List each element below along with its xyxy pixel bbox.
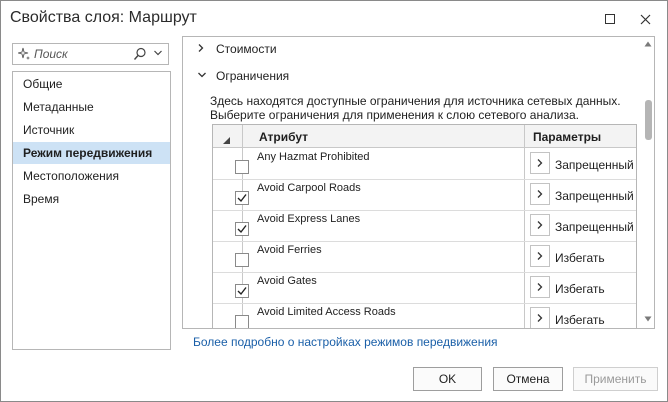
parameter-expand-button[interactable] <box>530 245 550 267</box>
table-header: Атрибут Параметры <box>213 125 636 148</box>
parameter-expand-button[interactable] <box>530 152 550 174</box>
search-input[interactable] <box>34 46 126 62</box>
sparkle-icon <box>18 47 30 60</box>
nav-item-locations[interactable]: Местоположения <box>13 165 170 187</box>
chevron-right-icon <box>537 252 543 260</box>
chevron-right-icon <box>537 190 543 198</box>
category-list: Общие Метаданные Источник Режим передвиж… <box>12 71 171 350</box>
travel-modes-help-link[interactable]: Более подробно о настройках режимов пере… <box>193 335 498 349</box>
section-costs-label: Стоимости <box>216 42 277 56</box>
apply-button[interactable]: Применить <box>573 367 658 391</box>
search-box <box>12 43 169 65</box>
section-costs-header[interactable]: Стоимости <box>183 39 633 59</box>
sort-corner-icon <box>223 137 230 144</box>
attribute-name: Avoid Gates <box>257 275 317 287</box>
parameter-value: Избегать <box>555 282 605 296</box>
nav-item-metadata[interactable]: Метаданные <box>13 96 170 118</box>
restrictions-description-line2: Выберите ограничения для применения к сл… <box>210 108 579 122</box>
maximize-button[interactable] <box>596 7 624 31</box>
checkmark-icon <box>237 225 247 234</box>
close-icon <box>640 14 650 24</box>
chevron-right-icon <box>537 221 543 229</box>
table-row: Avoid Ferries Избегать <box>213 241 636 273</box>
restrictions-description-line1: Здесь находятся доступные ограничения дл… <box>210 94 621 108</box>
column-header-attribute[interactable]: Атрибут <box>259 130 308 144</box>
table-row: Any Hazmat Prohibited Запрещенный <box>213 148 636 180</box>
parameter-expand-button[interactable] <box>530 307 550 328</box>
scrollbar-thumb[interactable] <box>645 100 652 140</box>
parameter-expand-button[interactable] <box>530 183 550 205</box>
search-icon[interactable] <box>133 47 147 61</box>
attribute-name: Any Hazmat Prohibited <box>257 151 370 163</box>
attribute-name: Avoid Express Lanes <box>257 213 361 225</box>
table-row: Avoid Gates Избегать <box>213 272 636 304</box>
row-checkbox[interactable] <box>235 160 249 174</box>
chevron-down-icon <box>198 72 206 78</box>
attribute-name: Avoid Carpool Roads <box>257 182 361 194</box>
checkmark-icon <box>237 287 247 296</box>
parameter-value: Запрещенный <box>555 189 634 203</box>
maximize-icon <box>605 14 615 24</box>
column-header-parameters[interactable]: Параметры <box>533 130 601 144</box>
row-checkbox[interactable] <box>235 191 249 205</box>
cancel-button[interactable]: Отмена <box>493 367 563 391</box>
table-row: Avoid Limited Access Roads Избегать <box>213 303 636 328</box>
restrictions-table: Атрибут Параметры Any Hazmat Prohibited … <box>212 124 637 328</box>
close-button[interactable] <box>631 7 659 31</box>
ok-button[interactable]: OK <box>413 367 482 391</box>
parameter-expand-button[interactable] <box>530 214 550 236</box>
parameter-value: Избегать <box>555 313 605 327</box>
layer-properties-dialog: Свойства слоя: Маршрут Общие Метаданные … <box>0 0 668 402</box>
parameter-value: Запрещенный <box>555 220 634 234</box>
table-row: Avoid Carpool Roads Запрещенный <box>213 179 636 211</box>
chevron-right-icon <box>537 314 543 322</box>
vertical-scrollbar[interactable] <box>642 38 654 327</box>
nav-item-travel-mode[interactable]: Режим передвижения <box>13 142 170 164</box>
scroll-up-icon[interactable] <box>644 41 652 47</box>
section-restrictions-header[interactable]: Ограничения <box>183 66 633 86</box>
title-bar: Свойства слоя: Маршрут <box>1 1 667 37</box>
chevron-right-icon <box>537 159 543 167</box>
scroll-down-icon[interactable] <box>644 316 652 322</box>
nav-item-time[interactable]: Время <box>13 188 170 210</box>
nav-item-general[interactable]: Общие <box>13 73 170 95</box>
table-row: Avoid Express Lanes Запрещенный <box>213 210 636 242</box>
attribute-name: Avoid Limited Access Roads <box>257 306 396 318</box>
chevron-right-icon <box>537 283 543 291</box>
chevron-right-icon <box>198 44 204 52</box>
attribute-name: Avoid Ferries <box>257 244 322 256</box>
checkmark-icon <box>237 194 247 203</box>
row-checkbox[interactable] <box>235 284 249 298</box>
nav-item-source[interactable]: Источник <box>13 119 170 141</box>
settings-pane: Стоимости Ограничения Здесь находятся до… <box>182 36 655 329</box>
parameter-expand-button[interactable] <box>530 276 550 298</box>
window-title: Свойства слоя: Маршрут <box>10 9 197 26</box>
row-checkbox[interactable] <box>235 222 249 236</box>
row-checkbox[interactable] <box>235 253 249 267</box>
parameter-value: Запрещенный <box>555 158 634 172</box>
section-restrictions-label: Ограничения <box>216 69 290 83</box>
row-checkbox[interactable] <box>235 315 249 328</box>
parameter-value: Избегать <box>555 251 605 265</box>
chevron-down-icon[interactable] <box>153 48 163 58</box>
